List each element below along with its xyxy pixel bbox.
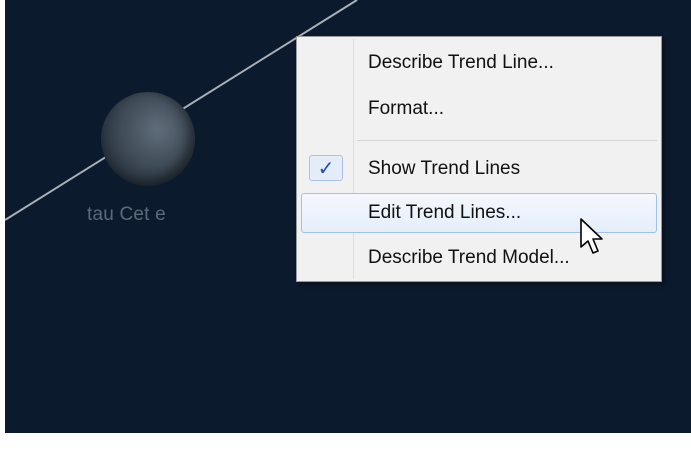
- checkmark-icon: ✓: [309, 155, 343, 181]
- data-point-label: tau Cet e: [87, 204, 166, 225]
- menu-item-label: Describe Trend Model...: [368, 247, 570, 268]
- menu-item-label: Format...: [368, 98, 445, 119]
- data-point-mark[interactable]: [101, 92, 195, 186]
- menu-item-show-trend-lines[interactable]: ✓ Show Trend Lines: [301, 149, 657, 189]
- menu-item-label: Show Trend Lines: [368, 158, 521, 179]
- menu-separator: [357, 140, 657, 141]
- mouse-pointer-icon: [580, 218, 603, 254]
- context-menu: Describe Trend Line... Format... ✓ Show …: [296, 36, 662, 282]
- menu-item-label: Describe Trend Line...: [368, 52, 554, 73]
- menu-item-format[interactable]: Format...: [301, 89, 657, 129]
- menu-item-describe-trend-line[interactable]: Describe Trend Line...: [301, 43, 657, 83]
- menu-item-label: Edit Trend Lines...: [368, 202, 522, 223]
